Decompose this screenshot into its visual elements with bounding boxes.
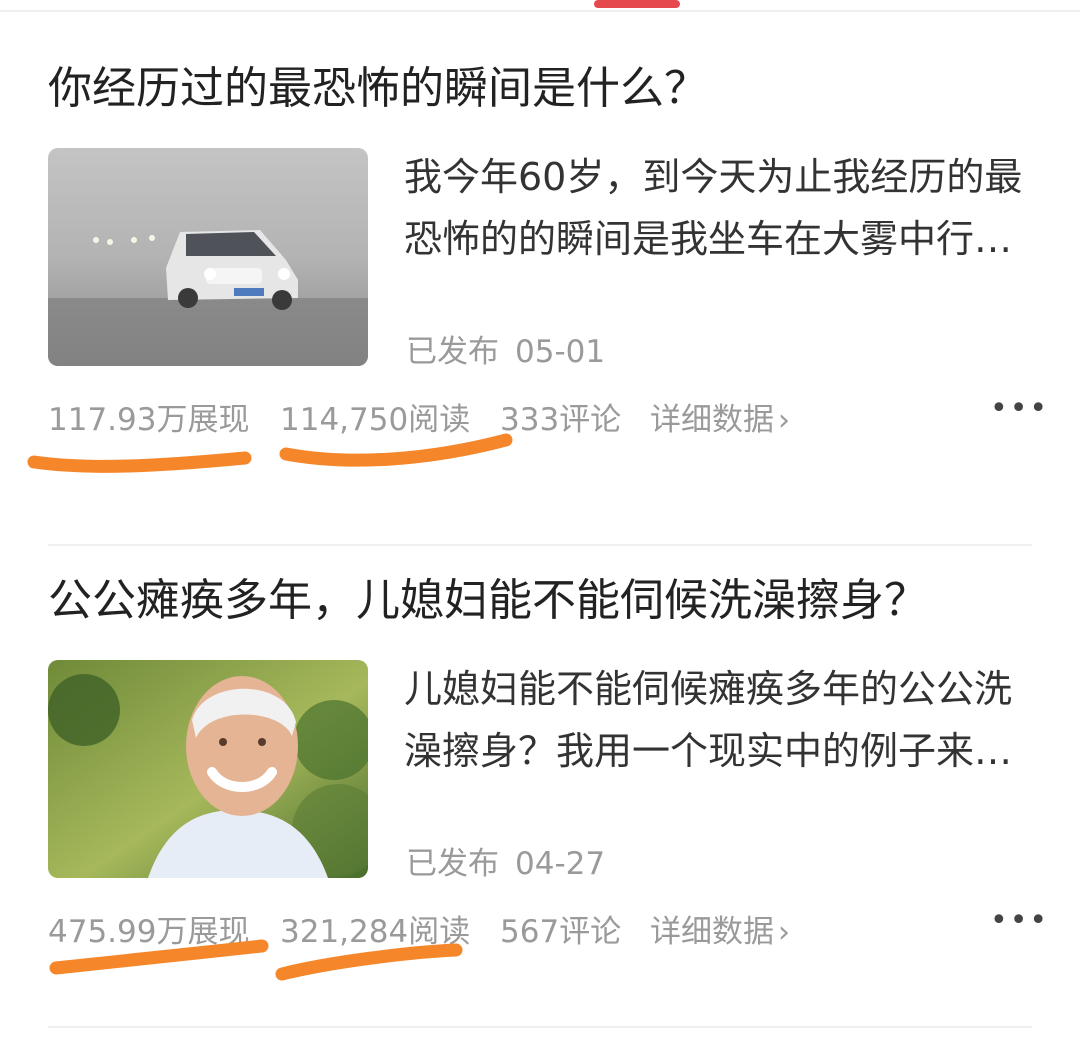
chevron-right-icon: ›: [778, 915, 790, 950]
more-dots-icon[interactable]: •••: [990, 906, 1047, 946]
article-card-2[interactable]: 公公瘫痪多年，儿媳妇能不能伺候洗澡擦身？ 儿媳妇能不能伺候瘫痪多年的公公洗澡擦身…: [0, 542, 1080, 1042]
tab-indicator: [594, 0, 680, 8]
publish-date: 04-27: [515, 846, 606, 882]
publish-status: 已发布: [406, 846, 499, 882]
comments-count[interactable]: 333评论: [500, 394, 621, 439]
comments-count[interactable]: 567评论: [500, 906, 621, 951]
elderly-man-image: [48, 660, 368, 878]
article-summary[interactable]: 我今年60岁，到今天为止我经历的最恐怖的的瞬间是我坐车在大雾中行驶的那一次: [404, 146, 1024, 270]
article-thumbnail[interactable]: [48, 148, 368, 366]
top-divider: [0, 10, 1080, 12]
publish-status: 已发布: [406, 334, 499, 370]
article-summary[interactable]: 儿媳妇能不能伺候瘫痪多年的公公洗澡擦身？我用一个现实中的例子来说明: [404, 658, 1024, 782]
detail-data-label: 详细数据: [650, 402, 774, 438]
views-count: 117.93万展现: [48, 402, 250, 438]
more-dots-icon[interactable]: •••: [990, 394, 1047, 434]
detail-data-label: 详细数据: [650, 914, 774, 950]
article-stats: 475.99万展现 321,284阅读 567评论 详细数据 ›: [48, 906, 1048, 950]
article-thumbnail[interactable]: [48, 660, 368, 878]
publish-date: 05-01: [515, 334, 606, 370]
reads-count: 114,750阅读: [280, 402, 471, 438]
publish-info: 已发布 04-27: [406, 838, 605, 883]
article-title[interactable]: 你经历过的最恐怖的瞬间是什么？: [48, 58, 1048, 120]
article-stats: 117.93万展现 114,750阅读 333评论 详细数据 ›: [48, 394, 1048, 438]
bottom-divider: [48, 1026, 1032, 1028]
foggy-car-image: [48, 148, 368, 366]
detail-data-link[interactable]: 详细数据 ›: [650, 394, 790, 439]
reads-count: 321,284阅读: [280, 914, 471, 950]
publish-info: 已发布 05-01: [406, 326, 605, 371]
article-title[interactable]: 公公瘫痪多年，儿媳妇能不能伺候洗澡擦身？: [48, 570, 1048, 632]
chevron-right-icon: ›: [778, 403, 790, 438]
article-card-1[interactable]: 你经历过的最恐怖的瞬间是什么？ 我今年60岁，到今天为止我经历的最恐怖的的瞬间是…: [0, 30, 1080, 546]
views-count: 475.99万展现: [48, 914, 250, 950]
detail-data-link[interactable]: 详细数据 ›: [650, 906, 790, 951]
